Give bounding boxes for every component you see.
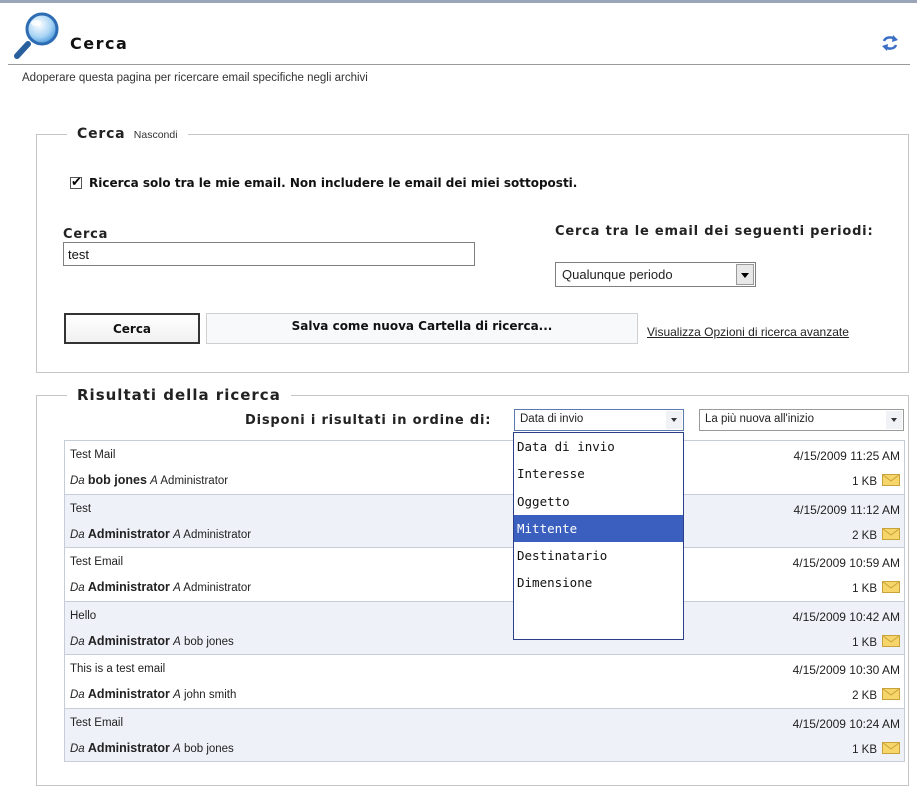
chevron-down-icon[interactable] xyxy=(736,264,754,285)
result-date: 4/15/2009 11:25 AM xyxy=(793,449,900,463)
sort-order-select[interactable]: La più nuova all'inizio xyxy=(699,409,904,431)
from-prefix: Da xyxy=(70,475,85,487)
from-prefix: Da xyxy=(70,742,85,755)
result-sender: Administrator xyxy=(87,633,170,648)
sort-option[interactable]: Interesse xyxy=(514,460,683,487)
to-prefix: A xyxy=(173,528,181,541)
page-title: Cerca xyxy=(70,34,129,53)
to-prefix: A xyxy=(173,635,181,648)
envelope-icon xyxy=(882,474,900,486)
search-input[interactable] xyxy=(63,242,475,266)
hide-link[interactable]: Nascondi xyxy=(134,129,178,141)
to-prefix: A xyxy=(173,582,181,594)
from-prefix: Da xyxy=(70,582,85,594)
from-prefix: Da xyxy=(70,528,85,541)
result-recipient: Administrator xyxy=(183,528,252,541)
period-select[interactable]: Qualunque periodo xyxy=(555,262,756,287)
result-row[interactable]: Test Email 4/15/2009 10:59 AM Da Adminis… xyxy=(64,547,905,602)
advanced-options-link[interactable]: Visualizza Opzioni di ricerca avanzate xyxy=(647,325,849,339)
result-recipient: john smith xyxy=(183,689,237,701)
from-prefix: Da xyxy=(70,689,85,701)
search-panel-legend: Cerca Nascondi xyxy=(67,126,188,142)
results-panel-legend: Risultati della ricerca xyxy=(67,386,291,404)
result-size: 1 KB xyxy=(852,743,877,756)
result-recipient: bob jones xyxy=(183,742,234,755)
result-date: 4/15/2009 10:59 AM xyxy=(792,556,900,570)
chevron-down-icon[interactable] xyxy=(886,411,902,429)
result-sender: Administrator xyxy=(87,580,170,594)
search-button[interactable]: Cerca xyxy=(64,313,200,344)
result-size: 1 KB xyxy=(852,636,877,649)
sort-label: Disponi i risultati in ordine di: xyxy=(245,413,492,428)
results-list: Test Mail 4/15/2009 11:25 AM Da bob jone… xyxy=(64,440,905,762)
result-date: 4/15/2009 10:42 AM xyxy=(792,609,900,624)
magnifier-icon xyxy=(14,12,59,59)
result-sender: Administrator xyxy=(87,526,170,541)
sort-by-value: Data di invio xyxy=(520,413,584,425)
sort-option[interactable]: Data di invio xyxy=(514,433,683,460)
result-subject: Test Email xyxy=(70,556,124,568)
search-field-label: Cerca xyxy=(63,227,109,242)
result-participants: Da Administrator A Administrator xyxy=(70,580,251,594)
header-divider xyxy=(8,64,910,65)
result-row[interactable]: This is a test email 4/15/2009 10:30 AM … xyxy=(64,654,905,709)
to-prefix: A xyxy=(173,742,181,755)
results-panel-title: Risultati della ricerca xyxy=(77,386,281,404)
result-participants: Da Administrator A bob jones xyxy=(70,741,234,755)
sort-by-select[interactable]: Data di invio xyxy=(514,409,684,431)
envelope-icon xyxy=(882,527,900,540)
result-row[interactable]: Test Email 4/15/2009 10:24 AM Da Adminis… xyxy=(64,707,905,762)
result-size: 2 KB xyxy=(852,690,877,702)
from-prefix: Da xyxy=(70,635,85,648)
result-sender: Administrator xyxy=(87,740,170,755)
result-size: 2 KB xyxy=(852,529,877,542)
envelope-icon xyxy=(882,741,900,754)
save-search-folder-button[interactable]: Salva come nuova Cartella di ricerca... xyxy=(206,313,638,344)
period-label: Cerca tra le email dei seguenti periodi: xyxy=(555,224,874,239)
result-participants: Da Administrator A bob jones xyxy=(70,634,234,648)
top-border xyxy=(0,0,917,3)
to-prefix: A xyxy=(173,689,181,701)
sort-option[interactable]: Destinatario xyxy=(514,542,683,569)
envelope-icon xyxy=(882,634,900,647)
sort-order-value: La più nuova all'inizio xyxy=(705,413,814,425)
check-mark-icon: ✔ xyxy=(71,174,82,189)
envelope-icon xyxy=(882,581,900,593)
chevron-down-icon[interactable] xyxy=(666,411,682,429)
result-recipient: bob jones xyxy=(183,635,234,648)
result-date: 4/15/2009 11:12 AM xyxy=(793,502,900,517)
sort-option[interactable]: Dimensione xyxy=(514,569,683,596)
result-participants: Da bob jones A Administrator xyxy=(70,473,228,487)
result-subject: Test Mail xyxy=(70,449,116,461)
result-row[interactable]: Test 4/15/2009 11:12 AM Da Administrator… xyxy=(64,493,905,548)
result-subject: Test xyxy=(70,502,92,515)
result-size: 1 KB xyxy=(852,583,877,595)
to-prefix: A xyxy=(150,475,158,487)
result-date: 4/15/2009 10:30 AM xyxy=(792,663,900,677)
sort-option-highlighted[interactable]: Mittente xyxy=(514,514,683,543)
sort-by-dropdown-list: Data di invio Interesse Oggetto Mittente… xyxy=(513,432,684,640)
sort-option[interactable]: Oggetto xyxy=(514,488,683,515)
period-select-value: Qualunque periodo xyxy=(562,267,673,282)
result-recipient: Administrator xyxy=(160,475,229,487)
result-subject: Test Email xyxy=(70,716,124,729)
result-subject: Hello xyxy=(70,609,97,622)
page-description: Adoperare questa pagina per ricercare em… xyxy=(22,72,368,84)
search-panel-title: Cerca xyxy=(77,126,126,142)
result-size: 1 KB xyxy=(852,476,877,488)
result-row[interactable]: Test Mail 4/15/2009 11:25 AM Da bob jone… xyxy=(64,440,905,495)
result-subject: This is a test email xyxy=(70,663,166,675)
result-participants: Da Administrator A john smith xyxy=(70,687,236,701)
only-my-email-label: Ricerca solo tra le mie email. Non inclu… xyxy=(89,176,578,190)
only-my-email-checkbox[interactable]: ✔ xyxy=(70,174,82,189)
page-header: Cerca xyxy=(8,12,908,60)
envelope-icon xyxy=(882,688,900,700)
result-recipient: Administrator xyxy=(183,582,252,594)
result-date: 4/15/2009 10:24 AM xyxy=(792,716,900,731)
refresh-icon[interactable] xyxy=(880,34,900,52)
result-sender: bob jones xyxy=(87,473,147,487)
result-sender: Administrator xyxy=(87,687,170,701)
result-row[interactable]: Hello 4/15/2009 10:42 AM Da Administrato… xyxy=(64,600,905,655)
result-participants: Da Administrator A Administrator xyxy=(70,527,251,541)
